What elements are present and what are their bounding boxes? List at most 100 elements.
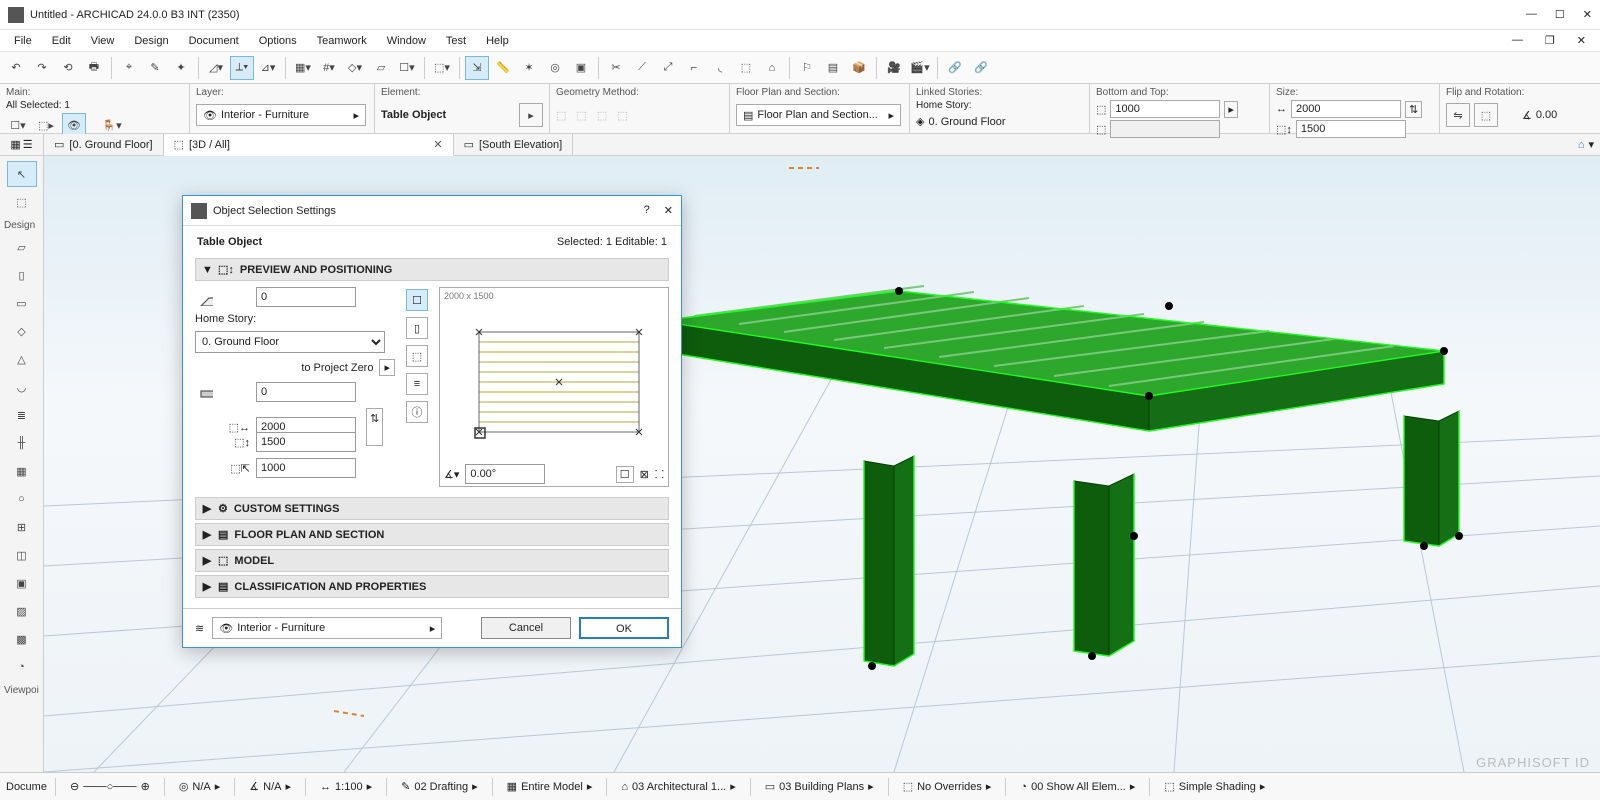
layer-button[interactable]: ◇▾	[343, 56, 367, 80]
ruler-button[interactable]: ◿▾	[204, 56, 228, 80]
size-w-input[interactable]	[1291, 100, 1401, 118]
bt-more-icon[interactable]: ▸	[1224, 101, 1238, 118]
ok-button[interactable]: OK	[579, 617, 669, 639]
circle-button[interactable]: ◎	[543, 56, 567, 80]
eyedrop-button[interactable]: ✎	[143, 56, 167, 80]
section-preview[interactable]: ▼ ⬚↕ PREVIEW AND POSITIONING	[195, 258, 669, 281]
zone-tool[interactable]: ▨	[7, 598, 37, 624]
grid-snap-icon[interactable]: ⸬	[655, 467, 664, 482]
pkg-button[interactable]: 📦	[847, 56, 871, 80]
sb-scale-icon[interactable]: ↔	[320, 781, 331, 793]
beam-tool[interactable]: ▭	[7, 290, 37, 316]
list-button[interactable]: ▤	[821, 56, 845, 80]
footer-layer-dropdown[interactable]: 👁 Interior - Furniture ▸	[212, 617, 442, 639]
sb-bplans-icon[interactable]: ▭	[765, 780, 775, 793]
tab-ground-floor[interactable]: ▭ [0. Ground Floor]	[44, 134, 164, 155]
fillet-button[interactable]: ◟	[708, 56, 732, 80]
sb-zoom-out-icon[interactable]: ⊖	[70, 780, 79, 793]
flip-h-button[interactable]: ⇋	[1446, 103, 1470, 127]
menu-teamwork[interactable]: Teamwork	[309, 33, 375, 49]
flag-button[interactable]: ⚐	[795, 56, 819, 80]
measure-button[interactable]: ⟂▾	[230, 56, 254, 80]
preview-angle-input[interactable]	[465, 464, 545, 484]
menu-test[interactable]: Test	[438, 33, 474, 49]
menu-view[interactable]: View	[83, 33, 123, 49]
dialog-help-button[interactable]: ?	[644, 204, 650, 217]
sb-deg-icon[interactable]: ∡	[249, 780, 259, 793]
offset-input[interactable]	[256, 287, 356, 307]
bottomtop-input[interactable]	[1110, 100, 1220, 118]
home-story-select[interactable]: 0. Ground Floor	[195, 331, 385, 353]
sb-model-icon[interactable]: ▦	[507, 780, 517, 793]
tab-elevation[interactable]: ▭ [South Elevation]	[454, 134, 574, 155]
view-top-button[interactable]: ☐	[406, 289, 428, 311]
railing-tool[interactable]: ╫	[7, 430, 37, 456]
maximize-button[interactable]: ☐	[1555, 8, 1565, 21]
menu-document[interactable]: Document	[181, 33, 247, 49]
mdi-restore-icon[interactable]: ❐	[1537, 32, 1563, 49]
menu-design[interactable]: Design	[126, 33, 176, 49]
door-tool[interactable]: ◫	[7, 542, 37, 568]
tab-home-icon[interactable]: ⌂	[1578, 139, 1585, 151]
view-front-button[interactable]: ▯	[406, 317, 428, 339]
dialog-close-button[interactable]: ✕	[664, 204, 673, 217]
section-fps[interactable]: ▶ ▤ FLOOR PLAN AND SECTION	[195, 523, 669, 546]
tab-3d[interactable]: ⬚ [3D / All] ✕	[164, 134, 454, 156]
plane-button[interactable]: ▱	[369, 56, 393, 80]
magic-button[interactable]: ✦	[169, 56, 193, 80]
dialog-titlebar[interactable]: Object Selection Settings ? ✕	[183, 196, 681, 226]
roof-tool[interactable]: △	[7, 346, 37, 372]
fps-dropdown[interactable]: ▤ Floor Plan and Section... ▸	[736, 104, 901, 126]
stair-tool[interactable]: ≣	[7, 402, 37, 428]
mdi-minimize-icon[interactable]: —	[1504, 32, 1531, 49]
sb-draft-icon[interactable]: ✎	[401, 780, 410, 793]
arrow-tool[interactable]: ↖	[7, 161, 37, 187]
morph-tool[interactable]: ○	[7, 486, 37, 512]
link-button[interactable]: 🔗	[943, 56, 967, 80]
curtain-tool[interactable]: ▦	[7, 458, 37, 484]
render2-button[interactable]: 🎬▾	[908, 56, 932, 80]
mirror-h-icon[interactable]: ☐	[616, 466, 634, 483]
height-input[interactable]	[256, 458, 356, 478]
sheet-button[interactable]: ☐▾	[395, 56, 419, 80]
view-side-button[interactable]: ≡	[406, 373, 428, 395]
wall-tool[interactable]: ▱	[7, 234, 37, 260]
menu-options[interactable]: Options	[251, 33, 305, 49]
trim-button[interactable]: ⟋	[630, 56, 654, 80]
cut-button[interactable]: ✂	[604, 56, 628, 80]
element-more-button[interactable]: ▸	[519, 103, 543, 127]
sb-target-icon[interactable]: ◎	[179, 780, 189, 793]
menu-edit[interactable]: Edit	[44, 33, 79, 49]
elev-input[interactable]	[256, 382, 356, 402]
sb-show-icon[interactable]: ◔	[1020, 781, 1027, 793]
section-model[interactable]: ▶ ⬚ MODEL	[195, 549, 669, 572]
tab-dropdown-icon[interactable]: ▾	[1588, 138, 1594, 151]
minimize-button[interactable]: —	[1526, 8, 1537, 21]
tape-button[interactable]: 📏	[491, 56, 515, 80]
snap-button[interactable]: ▦▾	[291, 56, 315, 80]
dimension-button[interactable]: ⇲	[465, 56, 489, 80]
opening-tool[interactable]: ◔	[7, 654, 37, 680]
size-lock-icon[interactable]: ⇅	[1405, 101, 1422, 118]
sb-slider[interactable]: ───○───	[83, 781, 136, 793]
mdi-close-icon[interactable]: ✕	[1569, 32, 1594, 49]
geom-opt2-icon[interactable]: ⬚	[576, 109, 586, 122]
cube2-button[interactable]: ⬚	[734, 56, 758, 80]
view-info-button[interactable]: ⓘ	[406, 401, 428, 423]
geom-opt4-icon[interactable]: ⬚	[617, 109, 627, 122]
projzero-button[interactable]: ▸	[379, 359, 395, 376]
section-custom[interactable]: ▶ ⚙ CUSTOM SETTINGS	[195, 497, 669, 520]
sb-zoom-in-icon[interactable]: ⊕	[141, 780, 150, 793]
cancel-button[interactable]: Cancel	[481, 617, 571, 639]
window-tool[interactable]: ⊞	[7, 514, 37, 540]
rotate-icon[interactable]: ∡▾	[444, 468, 459, 481]
mirror-v-icon[interactable]: ⊠	[640, 468, 649, 481]
tab-list-icon[interactable]: ☰	[23, 138, 33, 151]
sb-over-icon[interactable]: ⬚	[903, 780, 913, 793]
geom-opt3-icon[interactable]: ⬚	[597, 109, 607, 122]
sb-shade-icon[interactable]: ⬚	[1164, 780, 1174, 793]
box-button[interactable]: ▣	[569, 56, 593, 80]
shell-tool[interactable]: ◡	[7, 374, 37, 400]
menu-help[interactable]: Help	[478, 33, 517, 49]
target-button[interactable]: ✶	[517, 56, 541, 80]
